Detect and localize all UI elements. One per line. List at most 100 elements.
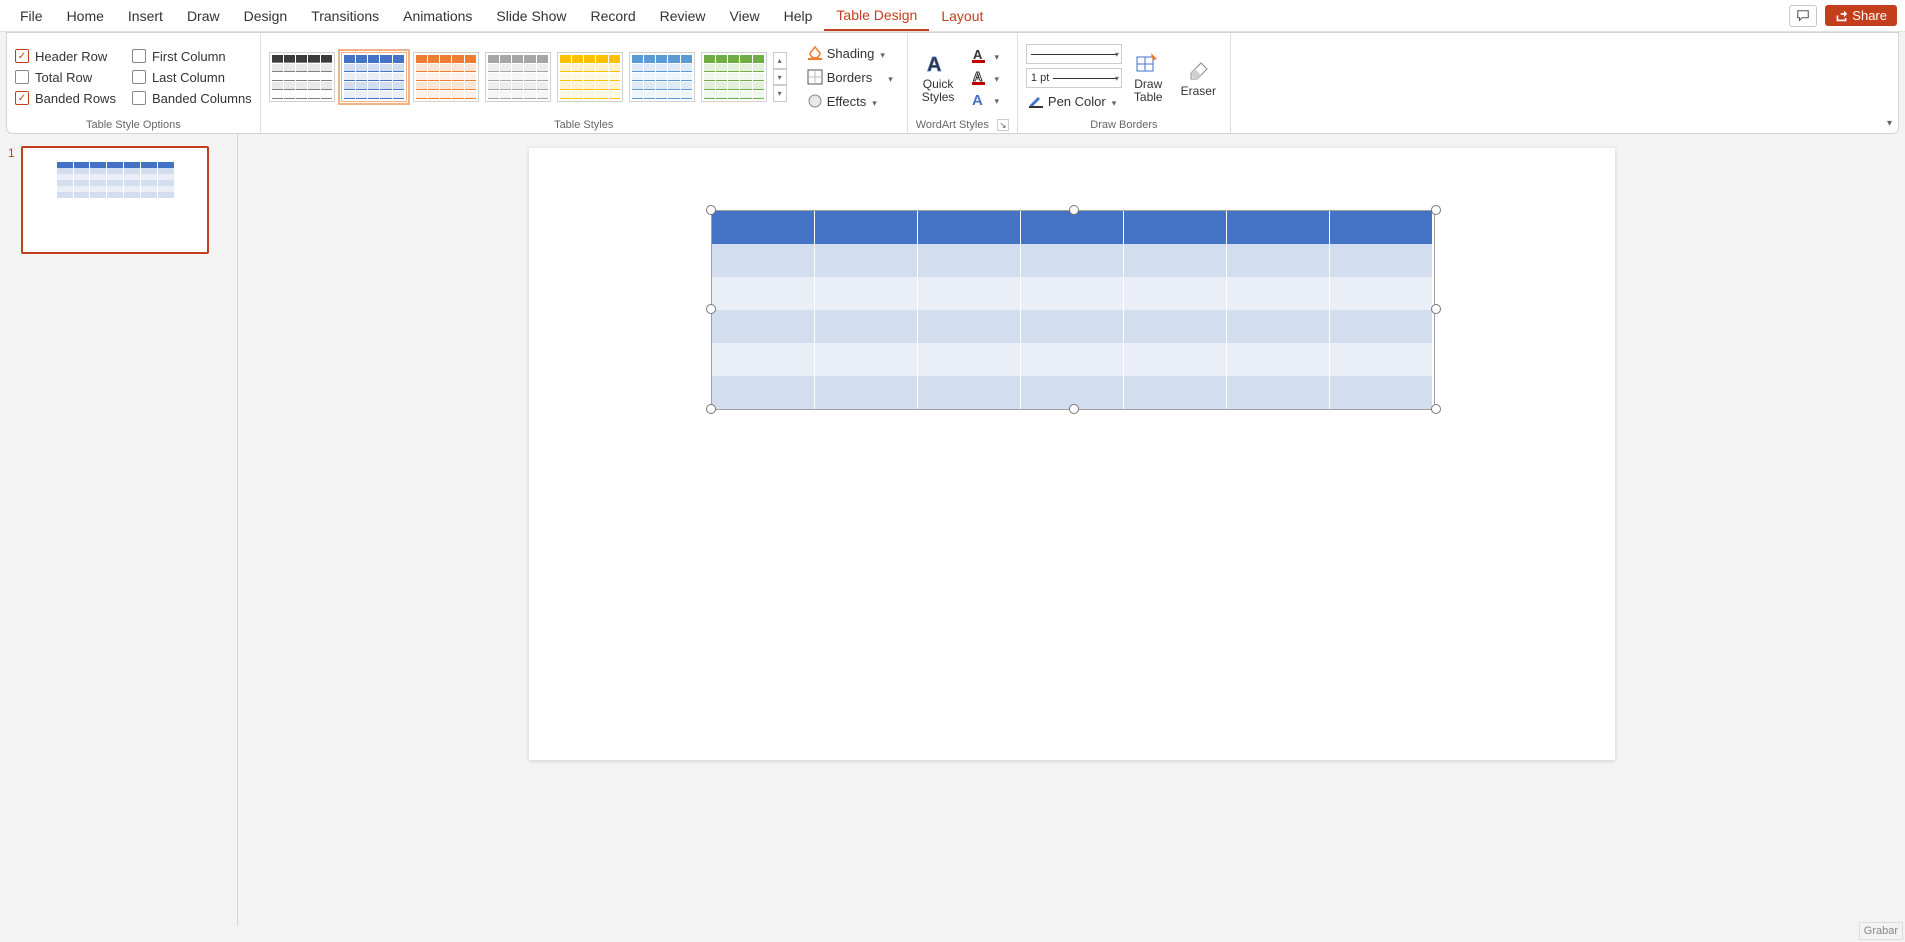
checkbox-header-row[interactable]: ✓Header Row (15, 49, 116, 64)
table-cell[interactable] (1021, 343, 1124, 376)
slide-thumbnail-1[interactable] (21, 146, 209, 254)
table-cell[interactable] (918, 211, 1021, 244)
table-row[interactable] (712, 310, 1434, 343)
table-cell[interactable] (1124, 343, 1227, 376)
tab-home[interactable]: Home (55, 2, 116, 30)
table-style-thumb-3[interactable] (485, 52, 551, 102)
table-row[interactable] (712, 343, 1434, 376)
table-cell[interactable] (1227, 310, 1330, 343)
table-cell[interactable] (1330, 310, 1433, 343)
table-cell[interactable] (1124, 376, 1227, 409)
table-style-thumb-4[interactable] (557, 52, 623, 102)
comments-button[interactable] (1789, 5, 1817, 27)
table-cell[interactable] (1330, 244, 1433, 277)
table-cell[interactable] (712, 211, 815, 244)
tab-transitions[interactable]: Transitions (299, 2, 391, 30)
table-cell[interactable] (712, 310, 815, 343)
table-cell[interactable] (712, 244, 815, 277)
table-cell[interactable] (815, 343, 918, 376)
table-cell[interactable] (1124, 310, 1227, 343)
effects-dropdown[interactable]: Effects (801, 90, 899, 112)
table-style-thumb-0[interactable] (269, 52, 335, 102)
table-cell[interactable] (815, 376, 918, 409)
selection-handle-w[interactable] (706, 304, 716, 314)
text-fill-dropdown[interactable]: A (966, 45, 1003, 65)
table-cell[interactable] (1124, 277, 1227, 310)
selection-handle-nw[interactable] (706, 205, 716, 215)
pen-weight-combo[interactable]: 1 pt ▾ (1026, 68, 1122, 88)
gallery-more[interactable]: ▾ (773, 85, 787, 102)
table-cell[interactable] (815, 277, 918, 310)
table-cell[interactable] (1021, 277, 1124, 310)
table-cell[interactable] (1330, 376, 1433, 409)
tab-view[interactable]: View (718, 2, 772, 30)
slide-canvas[interactable] (529, 148, 1615, 760)
table-style-thumb-6[interactable] (701, 52, 767, 102)
table-cell[interactable] (918, 376, 1021, 409)
gallery-scroll-up[interactable]: ▴ (773, 52, 787, 69)
selection-handle-se[interactable] (1431, 404, 1441, 414)
tab-slideshow[interactable]: Slide Show (484, 2, 578, 30)
tab-insert[interactable]: Insert (116, 2, 175, 30)
table-cell[interactable] (815, 244, 918, 277)
table-cell[interactable] (1124, 244, 1227, 277)
table-row[interactable] (712, 244, 1434, 277)
table-cell[interactable] (1330, 211, 1433, 244)
table-style-thumb-5[interactable] (629, 52, 695, 102)
table-cell[interactable] (1227, 376, 1330, 409)
table-cell[interactable] (712, 343, 815, 376)
slide-canvas-area[interactable] (238, 134, 1905, 926)
selection-handle-ne[interactable] (1431, 205, 1441, 215)
borders-dropdown[interactable]: Borders (801, 66, 899, 88)
table-cell[interactable] (712, 376, 815, 409)
checkbox-last-column[interactable]: Last Column (132, 70, 252, 85)
table-cell[interactable] (918, 310, 1021, 343)
tab-help[interactable]: Help (772, 2, 825, 30)
tab-layout[interactable]: Layout (929, 2, 995, 30)
tab-table-design[interactable]: Table Design (824, 1, 929, 31)
shading-dropdown[interactable]: Shading (801, 42, 899, 64)
selection-handle-e[interactable] (1431, 304, 1441, 314)
tab-record[interactable]: Record (578, 2, 647, 30)
table-cell[interactable] (1227, 343, 1330, 376)
checkbox-first-column[interactable]: First Column (132, 49, 252, 64)
tab-design[interactable]: Design (232, 2, 300, 30)
tab-review[interactable]: Review (648, 2, 718, 30)
tab-animations[interactable]: Animations (391, 2, 484, 30)
table-cell[interactable] (815, 310, 918, 343)
table-cell[interactable] (918, 277, 1021, 310)
table-cell[interactable] (918, 343, 1021, 376)
table-cell[interactable] (1021, 310, 1124, 343)
checkbox-total-row[interactable]: Total Row (15, 70, 116, 85)
text-effects-dropdown[interactable]: A (966, 89, 1003, 109)
table-row[interactable] (712, 277, 1434, 310)
share-button[interactable]: Share (1825, 5, 1897, 26)
selection-handle-sw[interactable] (706, 404, 716, 414)
tab-draw[interactable]: Draw (175, 2, 232, 30)
table-style-thumb-1[interactable] (341, 52, 407, 102)
collapse-ribbon-button[interactable]: ▾ (1887, 118, 1892, 129)
status-bar-record[interactable]: Grabar (1859, 922, 1903, 940)
eraser-button[interactable]: Eraser (1175, 54, 1222, 100)
table-cell[interactable] (1227, 211, 1330, 244)
pen-color-dropdown[interactable]: Pen Color (1026, 92, 1122, 110)
selected-table[interactable] (711, 210, 1435, 410)
selection-handle-n[interactable] (1069, 205, 1079, 215)
checkbox-banded-rows[interactable]: ✓Banded Rows (15, 91, 116, 106)
table-cell[interactable] (1021, 211, 1124, 244)
gallery-scroll-down[interactable]: ▾ (773, 69, 787, 86)
text-outline-dropdown[interactable]: A (966, 67, 1003, 87)
table-cell[interactable] (1227, 277, 1330, 310)
table-cell[interactable] (918, 244, 1021, 277)
table-cell[interactable] (1124, 211, 1227, 244)
table-row[interactable] (712, 211, 1434, 244)
checkbox-banded-columns[interactable]: Banded Columns (132, 91, 252, 106)
table-cell[interactable] (1227, 244, 1330, 277)
draw-table-button[interactable]: Draw Table (1128, 48, 1169, 106)
selection-handle-s[interactable] (1069, 404, 1079, 414)
quick-styles-button[interactable]: A Quick Styles (916, 48, 961, 106)
table-style-thumb-2[interactable] (413, 52, 479, 102)
tab-file[interactable]: File (8, 2, 55, 30)
table-cell[interactable] (1330, 343, 1433, 376)
table-cell[interactable] (815, 211, 918, 244)
